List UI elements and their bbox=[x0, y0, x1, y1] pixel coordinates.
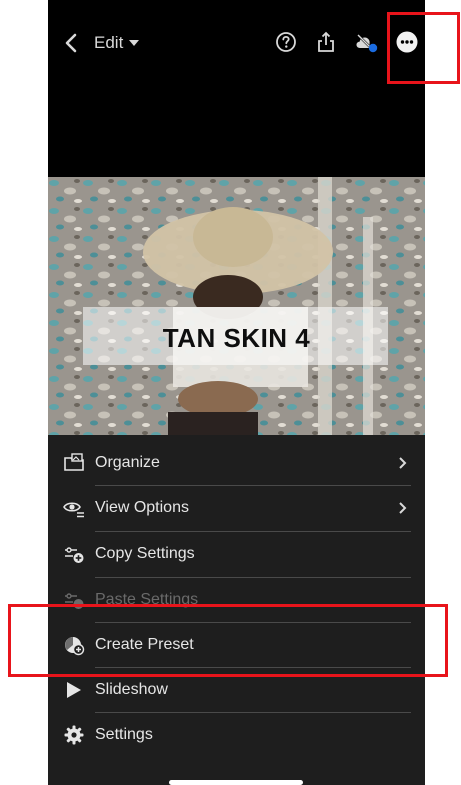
menu-item-settings[interactable]: Settings bbox=[48, 712, 425, 758]
highlight-more-options bbox=[387, 12, 460, 84]
gear-icon bbox=[64, 725, 84, 745]
highlight-create-preset bbox=[8, 604, 448, 677]
play-icon bbox=[67, 682, 81, 698]
photo-image bbox=[48, 177, 425, 435]
home-indicator[interactable] bbox=[169, 780, 303, 785]
edit-mode-dropdown[interactable]: Edit bbox=[94, 31, 140, 55]
menu-item-label: Copy Settings bbox=[95, 545, 195, 562]
menu-item-organize[interactable]: Organize bbox=[48, 440, 425, 486]
preset-name-overlay: TAN SKIN 4 bbox=[162, 323, 311, 353]
cloud-sync-icon[interactable] bbox=[354, 30, 378, 54]
menu-item-label: Settings bbox=[95, 726, 153, 743]
menu-item-label: Slideshow bbox=[95, 681, 168, 698]
menu-item-view-options[interactable]: View Options bbox=[48, 485, 425, 531]
copy-settings-icon bbox=[65, 545, 84, 563]
photo-preview[interactable]: TAN SKIN 4 bbox=[48, 177, 425, 435]
share-icon[interactable] bbox=[314, 30, 338, 54]
view-options-icon bbox=[63, 502, 84, 518]
edit-mode-label: Edit bbox=[94, 33, 124, 52]
top-toolbar: Edit bbox=[48, 0, 425, 90]
chevron-right-icon bbox=[399, 502, 407, 514]
chevron-down-icon bbox=[129, 40, 140, 46]
menu-item-label: View Options bbox=[95, 499, 189, 516]
menu-item-copy-settings[interactable]: Copy Settings bbox=[48, 531, 425, 577]
organize-icon bbox=[64, 453, 84, 471]
menu-item-label: Organize bbox=[95, 454, 160, 471]
chevron-right-icon bbox=[399, 457, 407, 469]
back-icon[interactable] bbox=[62, 30, 80, 56]
help-icon[interactable] bbox=[274, 30, 298, 54]
